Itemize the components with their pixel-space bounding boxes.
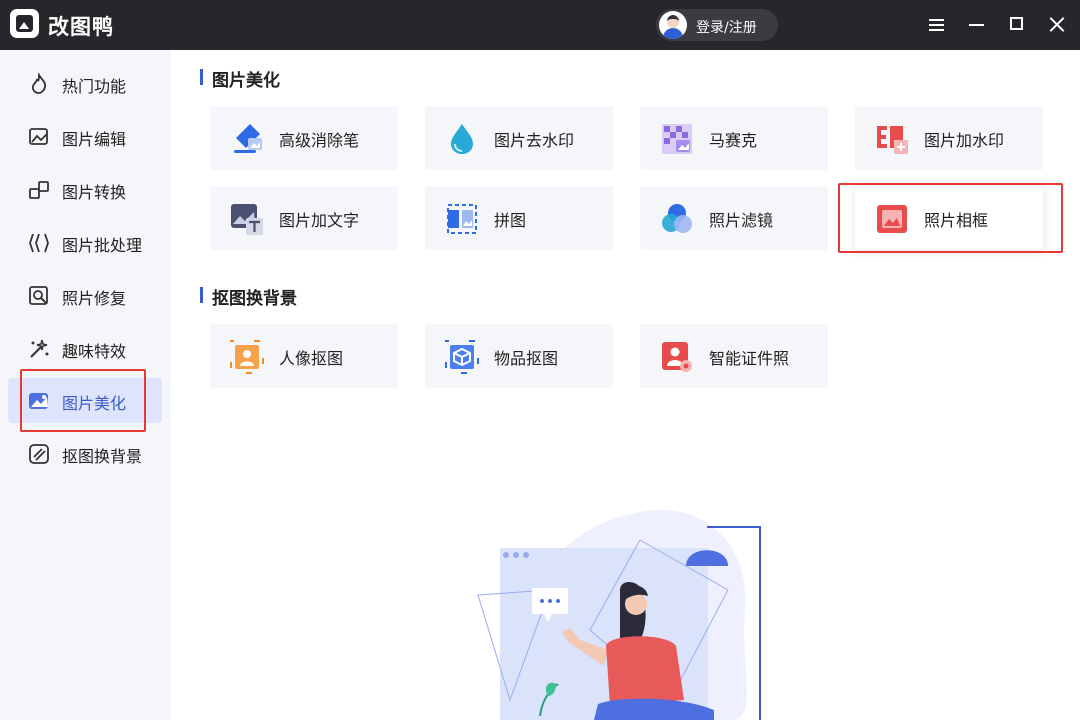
- card-add-watermark[interactable]: 图片加水印: [855, 106, 1043, 170]
- sidebar-item-repair[interactable]: 照片修复: [8, 273, 162, 318]
- minimize-icon[interactable]: [966, 14, 988, 36]
- id-photo-icon: [662, 342, 692, 372]
- card-label: 物品抠图: [494, 349, 559, 368]
- sparkle-icon: [30, 339, 49, 358]
- login-label: 登录/注册: [696, 20, 757, 36]
- card-add-text[interactable]: 图片加文字: [210, 186, 398, 250]
- collage-icon: [447, 204, 477, 234]
- highlight-box-sidebar: [20, 369, 146, 432]
- title-bar: 改图鸭 登录/注册: [0, 0, 1080, 50]
- card-portrait-cutout[interactable]: 人像抠图: [210, 324, 398, 388]
- card-object-cutout[interactable]: 物品抠图: [425, 324, 613, 388]
- batch-icon: [29, 233, 49, 253]
- card-label: 图片加水印: [924, 131, 1005, 150]
- card-label: 图片加文字: [279, 211, 360, 230]
- close-icon[interactable]: [1046, 14, 1068, 36]
- section-accent-bar: [200, 287, 203, 303]
- empty-state-illustration: [477, 509, 761, 720]
- sidebar-item-label: 照片修复: [62, 289, 127, 308]
- highlight-box-card: [838, 183, 1063, 253]
- sidebar-item-image-edit[interactable]: 图片编辑: [8, 114, 162, 159]
- eraser-pen-icon: [234, 124, 262, 153]
- sidebar-item-convert[interactable]: 图片转换: [8, 167, 162, 212]
- image-edit-icon: [29, 128, 48, 145]
- sidebar-item-label: 趣味特效: [62, 342, 127, 361]
- maximize-icon[interactable]: [1006, 14, 1028, 36]
- portrait-cutout-icon: [230, 340, 264, 374]
- avatar: [659, 11, 687, 39]
- card-eraser-pen[interactable]: 高级消除笔: [210, 106, 398, 170]
- section-accent-bar: [200, 69, 203, 85]
- add-text-icon: [231, 204, 263, 235]
- section-title-cutout: 抠图换背景: [212, 289, 297, 309]
- card-label: 图片去水印: [494, 131, 575, 150]
- sidebar-item-effects[interactable]: 趣味特效: [8, 326, 162, 371]
- filter-icon: [662, 204, 692, 233]
- card-collage[interactable]: 拼图: [425, 186, 613, 250]
- app-title: 改图鸭: [48, 15, 114, 39]
- card-label: 照片滤镜: [709, 211, 774, 230]
- card-mosaic[interactable]: 马赛克: [640, 106, 828, 170]
- card-label: 智能证件照: [709, 349, 790, 368]
- sidebar-item-cutout[interactable]: 抠图换背景: [8, 431, 162, 476]
- sidebar-item-label: 图片编辑: [62, 130, 127, 149]
- sidebar-item-label: 图片批处理: [62, 236, 143, 255]
- card-label: 人像抠图: [279, 349, 344, 368]
- card-label: 马赛克: [709, 131, 758, 150]
- card-id-photo[interactable]: 智能证件照: [640, 324, 828, 388]
- sidebar-item-label: 热门功能: [62, 77, 127, 96]
- add-watermark-icon: [877, 126, 908, 154]
- card-label: 拼图: [494, 211, 527, 230]
- card-photo-filter[interactable]: 照片滤镜: [640, 186, 828, 250]
- login-button[interactable]: 登录/注册: [656, 9, 778, 41]
- card-remove-watermark[interactable]: 图片去水印: [425, 106, 613, 170]
- card-label: 高级消除笔: [279, 131, 360, 150]
- water-drop-icon: [451, 124, 473, 154]
- menu-icon[interactable]: [926, 14, 948, 36]
- sidebar-item-batch[interactable]: 图片批处理: [8, 220, 162, 265]
- repair-icon: [29, 286, 48, 305]
- sidebar-item-label: 抠图换背景: [62, 447, 143, 466]
- mosaic-icon: [662, 124, 692, 154]
- sidebar-item-hot[interactable]: 热门功能: [8, 61, 162, 106]
- cutout-icon: [29, 444, 49, 464]
- convert-icon: [29, 181, 49, 199]
- sidebar-item-label: 图片转换: [62, 183, 127, 202]
- object-cutout-icon: [445, 340, 479, 374]
- app-logo-icon: [10, 9, 39, 38]
- flame-icon: [31, 73, 47, 94]
- section-title-beautify: 图片美化: [212, 71, 280, 91]
